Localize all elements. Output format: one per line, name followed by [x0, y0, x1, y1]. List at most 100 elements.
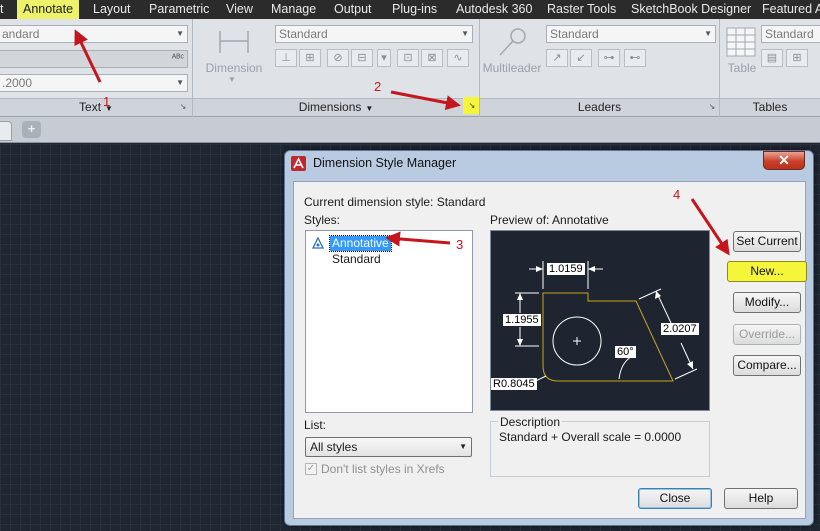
xref-checkbox[interactable]: ✓ [305, 463, 317, 475]
adjust-space-icon[interactable]: ⊟ [351, 49, 373, 67]
dimension-button[interactable]: Dimension [200, 61, 268, 75]
text-panel-title[interactable]: Text ▼ [0, 98, 192, 116]
remove-leader-icon[interactable]: ↙ [570, 49, 592, 67]
list-filter-select[interactable]: All styles ▼ [305, 437, 472, 457]
chevron-down-icon: ▼ [228, 75, 236, 84]
menu-item-raster-tools[interactable]: Raster Tools [547, 0, 616, 19]
extract-data-icon[interactable]: ▤ [761, 49, 783, 67]
link-data-icon[interactable]: ⊞ [786, 49, 808, 67]
annotation-number-3: 3 [456, 237, 464, 252]
autocad-logo-icon [291, 156, 306, 171]
chevron-down-icon: ▼ [176, 29, 184, 38]
menu-item-layout[interactable]: Layout [93, 0, 131, 19]
current-style-label: Current dimension style: Standard [304, 195, 486, 209]
text-height-combo[interactable]: .2000 ▼ [0, 74, 188, 92]
text-panel-launcher-icon[interactable]: ↘ [177, 102, 189, 112]
dimension-style-value: Standard [279, 27, 328, 41]
oblique-icon[interactable]: ∿ [447, 49, 469, 67]
xref-checkbox-label: Don't list styles in Xrefs [321, 462, 445, 476]
new-tab-icon[interactable]: + [22, 121, 41, 138]
menu-item-annotate[interactable]: Annotate [17, 0, 80, 19]
dialog-titlebar[interactable]: Dimension Style Manager ✕ [285, 151, 813, 177]
new-button[interactable]: New... [727, 261, 807, 282]
dialog-body: Current dimension style: Standard Styles… [293, 181, 807, 519]
add-leader-icon[interactable]: ↗ [546, 49, 568, 67]
modify-button[interactable]: Modify... [733, 292, 801, 313]
text-style-combo[interactable]: andard ▼ [0, 25, 188, 43]
tables-panel-title: Tables [720, 98, 820, 116]
dimensions-panel-label: Dimensions [298, 100, 362, 114]
text-height-value: .2000 [2, 76, 33, 90]
preview-dim-top: 1.0159 [547, 263, 585, 275]
tables-panel-label: Tables [752, 100, 788, 114]
close-button[interactable]: Close [638, 488, 712, 509]
table-icon [726, 27, 756, 57]
chevron-down-icon: ▼ [704, 29, 712, 38]
preview-label: Preview of: Annotative [490, 213, 609, 227]
menu-item-autodesk-360[interactable]: Autodesk 360 [456, 0, 532, 19]
dimension-icon [219, 31, 249, 53]
description-text: Standard + Overall scale = 0.0000 [499, 430, 682, 444]
style-preview: 1.0159 1.1955 2.0207 60° R0.8045 [490, 230, 710, 411]
chevron-down-icon: ▼ [176, 78, 184, 87]
preview-dim-radius: R0.8045 [491, 378, 537, 390]
text-style-combo-value: andard [2, 27, 40, 41]
leaders-panel-title: Leaders [480, 98, 719, 116]
collect-leader-icon[interactable]: ⊷ [624, 49, 646, 67]
ribbon: andard ▼ ᴬᴮᶜ .2000 ▼ Text ▼ ↘ Dimension ▼… [0, 19, 820, 117]
jogged-linear-icon[interactable]: ⊠ [421, 49, 443, 67]
menu-item-manage[interactable]: Manage [271, 0, 316, 19]
continue-dimension-icon[interactable]: ⊞ [299, 49, 321, 67]
styles-list[interactable]: Annotative Standard [305, 230, 473, 413]
quick-dimension-icon[interactable]: ⊥ [275, 49, 297, 67]
leaders-panel-label: Leaders [577, 100, 622, 114]
help-button[interactable]: Help [724, 488, 798, 509]
styles-label: Styles: [304, 213, 341, 227]
spell-check-icon: ᴬᴮᶜ [171, 53, 184, 64]
annotation-number-2: 2 [374, 79, 382, 94]
list-label: List: [304, 418, 327, 432]
dimension-style-combo[interactable]: Standard ▼ [275, 25, 473, 43]
leaders-panel-launcher-icon[interactable]: ↘ [706, 102, 718, 112]
chevron-down-icon: ▼ [461, 29, 469, 38]
preview-dim-left: 1.1955 [503, 314, 541, 326]
multileader-style-combo[interactable]: Standard ▼ [546, 25, 716, 43]
align-leader-icon[interactable]: ⊶ [598, 49, 620, 67]
menu-item-sketchbook-designer[interactable]: SketchBook Designer [631, 0, 751, 19]
multileader-icon [499, 28, 526, 56]
menu-item-plug-ins[interactable]: Plug-ins [392, 0, 437, 19]
inspect-dimension-icon[interactable]: ⊡ [397, 49, 419, 67]
menu-item-featured[interactable]: Featured A [762, 0, 820, 19]
table-style-combo[interactable]: Standard [761, 25, 820, 43]
dimension-break-icon[interactable]: ⊘ [327, 49, 349, 67]
file-tab-strip: + [0, 117, 820, 143]
chevron-down-icon: ▼ [459, 442, 467, 451]
table-style-value: Standard [765, 27, 814, 41]
annotation-number-1: 1 [103, 94, 111, 109]
multileader-style-value: Standard [550, 27, 599, 41]
table-button[interactable]: Table [722, 61, 762, 75]
annotation-number-4: 4 [673, 187, 681, 202]
list-filter-value: All styles [310, 440, 358, 454]
menu-item-insert[interactable]: t [0, 0, 3, 19]
preview-dim-angle: 60° [615, 346, 636, 358]
description-label: Description [498, 415, 563, 429]
compare-button[interactable]: Compare... [733, 355, 801, 376]
dialog-title: Dimension Style Manager [313, 156, 457, 170]
set-current-button[interactable]: Set Current [733, 231, 801, 252]
text-find-field[interactable]: ᴬᴮᶜ [0, 50, 188, 68]
menu-item-view[interactable]: View [226, 0, 253, 19]
close-icon[interactable]: ✕ [763, 151, 805, 170]
menu-item-parametric[interactable]: Parametric [149, 0, 209, 19]
multileader-button[interactable]: Multileader [480, 61, 544, 75]
override-button[interactable]: Override... [733, 324, 801, 345]
dimension-style-manager-dialog: Dimension Style Manager ✕ Current dimens… [284, 150, 814, 526]
dimensions-panel-title[interactable]: Dimensions ▼ [193, 98, 479, 116]
continue-dropdown-icon[interactable]: ▾ [377, 49, 391, 67]
style-item-annotative[interactable]: Annotative [329, 235, 392, 252]
preview-dim-right: 2.0207 [661, 323, 699, 335]
text-panel-label: Text [79, 100, 102, 114]
menu-item-output[interactable]: Output [334, 0, 372, 19]
style-item-standard[interactable]: Standard [330, 252, 383, 267]
drawing-tab[interactable] [0, 121, 12, 141]
